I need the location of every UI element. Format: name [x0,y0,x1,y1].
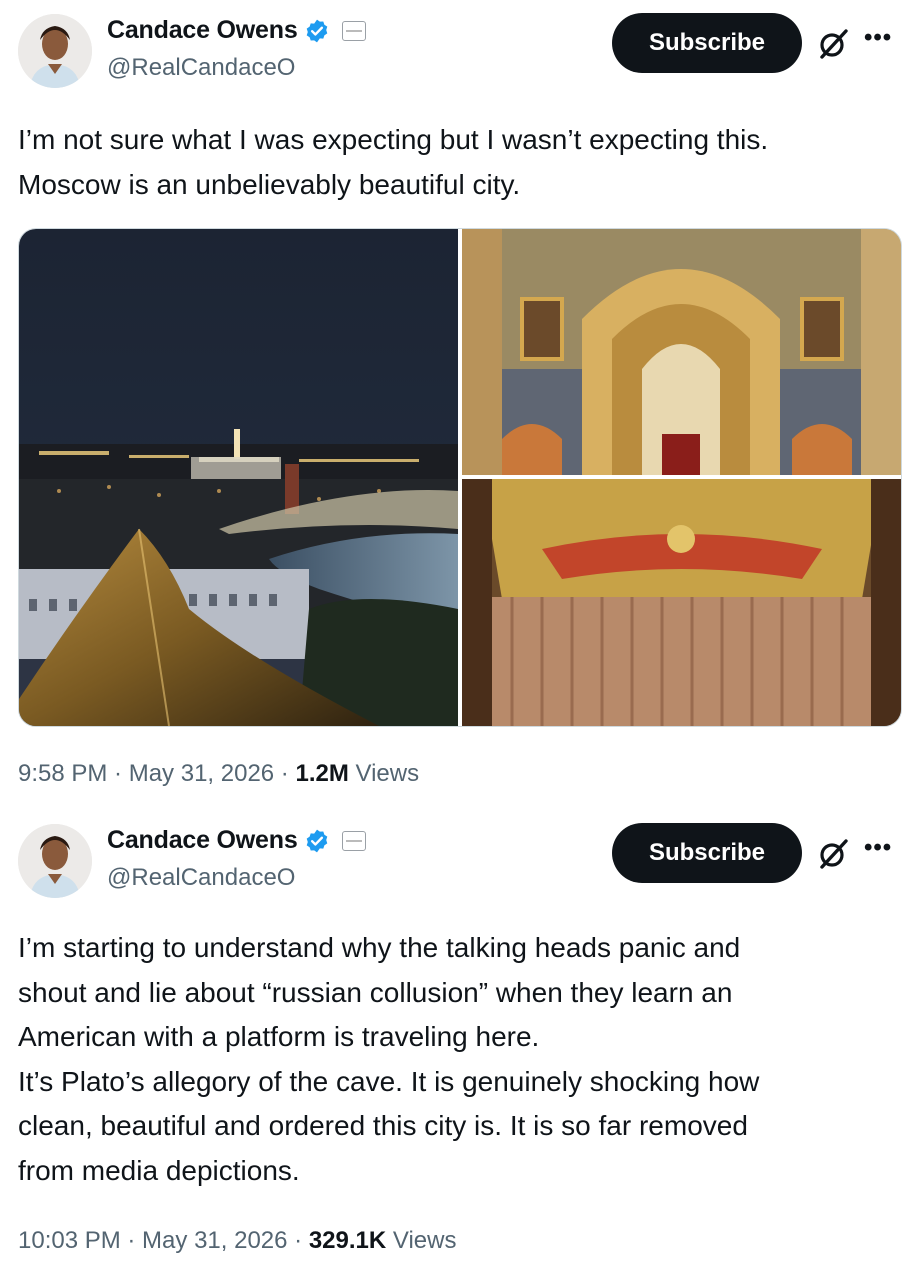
author-handle[interactable]: @RealCandaceO [107,54,295,82]
display-name[interactable]: Candace Owens [107,16,298,45]
avatar[interactable] [18,14,92,88]
tweet-meta: 10:03 PM · May 31, 2026 · 329.1K Views [18,1227,456,1255]
affiliate-badge[interactable] [341,20,366,41]
more-icon[interactable]: ••• [864,24,892,52]
subscribe-button[interactable]: Subscribe [612,13,802,73]
photo-theater-curtain[interactable] [462,479,901,726]
views-count[interactable]: 329.1K [309,1227,386,1254]
grok-icon[interactable] [816,837,850,871]
timestamp-link[interactable]: 9:58 PM · May 31, 2026 · [18,760,295,787]
tweet: Candace Owens @RealCandaceO Subscribe ••… [0,0,912,805]
author-name-row: Candace Owens [107,826,366,855]
views-label: Views [386,1227,457,1254]
avatar[interactable] [18,824,92,898]
timestamp-link[interactable]: 10:03 PM · May 31, 2026 · [18,1227,309,1254]
tweet: Candace Owens @RealCandaceO Subscribe ••… [0,810,912,1280]
display-name[interactable]: Candace Owens [107,826,298,855]
verified-icon[interactable] [304,828,330,854]
views-count[interactable]: 1.2M [295,760,348,787]
tweet-text: I’m starting to understand why the talki… [18,932,760,1186]
author-handle[interactable]: @RealCandaceO [107,864,295,892]
verified-icon[interactable] [304,18,330,44]
views-label: Views [348,760,420,787]
affiliate-badge[interactable] [341,830,366,851]
grok-icon[interactable] [816,27,850,61]
photo-cathedral[interactable] [462,229,901,475]
tweet-meta: 9:58 PM · May 31, 2026 · 1.2M Views [18,760,419,788]
more-icon[interactable]: ••• [864,834,892,862]
tweet-text: I’m not sure what I was expecting but I … [18,124,769,200]
media-grid [18,228,902,727]
subscribe-button[interactable]: Subscribe [612,823,802,883]
author-name-row: Candace Owens [107,16,366,45]
photo-night-city[interactable] [19,229,458,726]
